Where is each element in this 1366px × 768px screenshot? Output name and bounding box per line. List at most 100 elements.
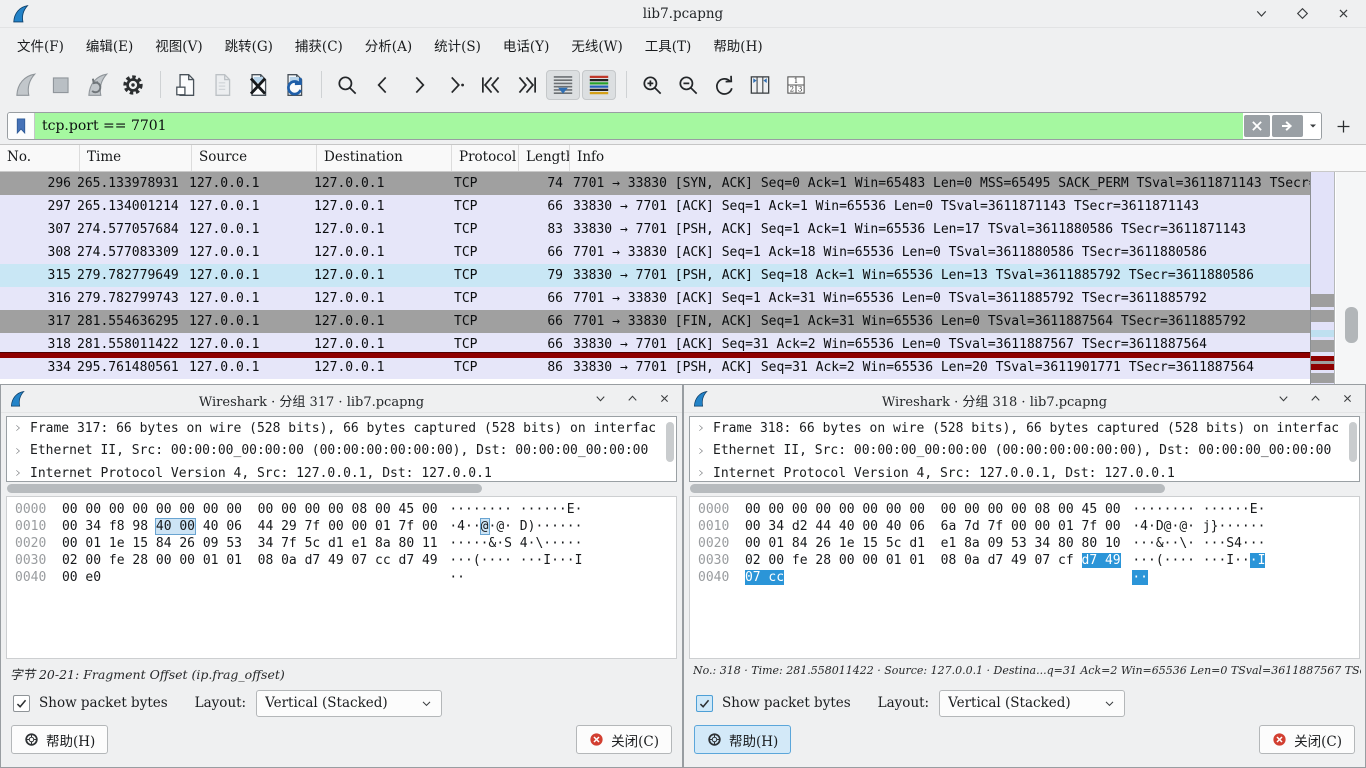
zoom-in-button[interactable] <box>635 70 669 100</box>
packet-list-scrollbar[interactable] <box>1336 172 1366 384</box>
expander-icon[interactable] <box>13 421 23 435</box>
hscrollbar-thumb[interactable] <box>7 484 482 493</box>
packet-row-297[interactable]: 297265.134001214127.0.0.1127.0.0.1TCP663… <box>0 195 1310 218</box>
column-header-time[interactable]: Time <box>80 145 192 171</box>
scrollbar-thumb[interactable] <box>1345 307 1358 343</box>
hex-line-0010[interactable]: 001000 34 d2 44 40 00 40 06 6a 7d 7f 00 … <box>698 519 1359 536</box>
packet-row-307[interactable]: 307274.577057684127.0.0.1127.0.0.1TCP833… <box>0 218 1310 241</box>
tree-row[interactable]: Ethernet II, Src: 00:00:00_00:00:00 (00:… <box>7 440 676 463</box>
minimize-button[interactable] <box>1253 5 1270 22</box>
resize-columns-button[interactable] <box>743 70 777 100</box>
capture-options-button[interactable] <box>116 70 150 100</box>
expander-icon[interactable] <box>13 466 23 480</box>
close-dialog-button[interactable]: 关闭(C) <box>1259 725 1355 754</box>
tree-row[interactable]: Frame 318: 66 bytes on wire (528 bits), … <box>690 417 1359 440</box>
close-button[interactable] <box>1335 5 1352 22</box>
hex-bytes[interactable]: 02 00 fe 28 00 00 01 01 08 0a d7 49 07 c… <box>745 553 1121 568</box>
show-packet-bytes-label[interactable]: Show packet bytes <box>39 695 168 711</box>
hex-ascii[interactable]: ·4··@·@· D)······ <box>449 519 582 534</box>
tree-row[interactable]: Internet Protocol Version 4, Src: 127.0.… <box>7 462 676 482</box>
menu-item-5[interactable]: 分析(A) <box>354 29 423 61</box>
packet-row-308[interactable]: 308274.577083309127.0.0.1127.0.0.1TCP667… <box>0 241 1310 264</box>
hex-line-0040[interactable]: 004007 cc·· <box>698 570 1359 587</box>
column-header-info[interactable]: Info <box>570 145 1366 171</box>
menu-item-8[interactable]: 无线(W) <box>560 29 633 61</box>
packet-minimap-scrollbar[interactable] <box>1310 172 1335 384</box>
hex-ascii[interactable]: ·4·D@·@· j}······ <box>1132 519 1265 534</box>
zoom-out-button[interactable] <box>671 70 705 100</box>
help-button[interactable]: 帮助(H) <box>694 725 791 754</box>
packet-row-317[interactable]: 317281.554636295127.0.0.1127.0.0.1TCP667… <box>0 310 1310 333</box>
packet-row-315[interactable]: 315279.782779649127.0.0.1127.0.0.1TCP793… <box>0 264 1310 287</box>
tree-row[interactable]: Ethernet II, Src: 00:00:00_00:00:00 (00:… <box>690 440 1359 463</box>
hex-bytes[interactable]: 00 e0 <box>62 570 438 585</box>
expander-icon[interactable] <box>696 421 706 435</box>
column-header-no[interactable]: No. <box>0 145 80 171</box>
menu-item-10[interactable]: 帮助(H) <box>702 29 773 61</box>
menu-item-4[interactable]: 捕获(C) <box>284 29 354 61</box>
hex-ascii[interactable]: ···(···· ···I···I <box>449 553 582 568</box>
column-header-source[interactable]: Source <box>192 145 317 171</box>
column-header-protocol[interactable]: Protocol <box>452 145 519 171</box>
maximize-button[interactable] <box>1308 391 1323 406</box>
expander-icon[interactable] <box>696 466 706 480</box>
find-packet-button[interactable] <box>330 70 364 100</box>
minimize-button[interactable] <box>593 391 608 406</box>
filter-add-button[interactable] <box>1327 112 1359 140</box>
hex-line-0020[interactable]: 002000 01 1e 15 84 26 09 53 34 7f 5c d1 … <box>15 536 676 553</box>
menu-item-1[interactable]: 编辑(E) <box>75 29 144 61</box>
column-header-destination[interactable]: Destination <box>317 145 452 171</box>
auto-scroll-button[interactable] <box>546 70 580 100</box>
hex-line-0040[interactable]: 004000 e0·· <box>15 570 676 587</box>
packet-row-334[interactable]: 334295.761480561127.0.0.1127.0.0.1TCP863… <box>0 356 1310 379</box>
tree-scrollbar-thumb[interactable] <box>666 422 674 462</box>
hex-ascii[interactable]: ········ ······E· <box>449 502 582 517</box>
zoom-reset-button[interactable] <box>707 70 741 100</box>
save-file-button[interactable] <box>205 70 239 100</box>
show-packet-bytes-checkbox[interactable] <box>13 695 30 712</box>
hex-ascii[interactable]: ········ ······E· <box>1132 502 1265 517</box>
hex-bytes[interactable]: 02 00 fe 28 00 00 01 01 08 0a d7 49 07 c… <box>62 553 438 568</box>
menu-item-6[interactable]: 统计(S) <box>423 29 492 61</box>
last-packet-button[interactable] <box>510 70 544 100</box>
hex-line-0030[interactable]: 003002 00 fe 28 00 00 01 01 08 0a d7 49 … <box>15 553 676 570</box>
hex-bytes[interactable]: 00 00 00 00 00 00 00 00 00 00 00 00 08 0… <box>62 502 438 517</box>
expander-icon[interactable] <box>13 444 23 458</box>
column-header-length[interactable]: Length <box>519 145 570 171</box>
hex-ascii[interactable]: ···&··\· ···S4··· <box>1132 536 1265 551</box>
filter-apply-button[interactable] <box>1272 115 1303 137</box>
colorize-button[interactable] <box>582 70 616 100</box>
expander-icon[interactable] <box>696 444 706 458</box>
packet-row-316[interactable]: 316279.782799743127.0.0.1127.0.0.1TCP667… <box>0 287 1310 310</box>
hex-bytes[interactable]: 00 00 00 00 00 00 00 00 00 00 00 00 08 0… <box>745 502 1121 517</box>
minimize-button[interactable] <box>1276 391 1291 406</box>
close-button[interactable] <box>1340 391 1355 406</box>
layout-select[interactable]: Vertical (Stacked) <box>939 690 1125 717</box>
hex-line-0020[interactable]: 002000 01 84 26 1e 15 5c d1 e1 8a 09 53 … <box>698 536 1359 553</box>
display-filter-input[interactable]: tcp.port == 7701 <box>35 113 1243 139</box>
goto-packet-button[interactable] <box>438 70 472 100</box>
hex-bytes[interactable]: 07 cc <box>745 570 1121 585</box>
close-file-button[interactable] <box>241 70 275 100</box>
layout-chooser-button[interactable]: 123 <box>779 70 813 100</box>
help-button[interactable]: 帮助(H) <box>11 725 108 754</box>
menu-item-2[interactable]: 视图(V) <box>144 29 213 61</box>
hex-ascii[interactable]: ·····&·S 4·\····· <box>449 536 582 551</box>
previous-packet-button[interactable] <box>366 70 400 100</box>
hex-bytes[interactable]: 00 34 f8 98 40 00 40 06 44 29 7f 00 00 0… <box>62 519 438 534</box>
stop-capture-button[interactable] <box>44 70 78 100</box>
maximize-button[interactable] <box>1294 5 1311 22</box>
menu-item-9[interactable]: 工具(T) <box>634 29 703 61</box>
menu-item-3[interactable]: 跳转(G) <box>214 29 284 61</box>
show-packet-bytes-checkbox[interactable] <box>696 695 713 712</box>
hex-ascii[interactable]: ·· <box>1132 570 1148 585</box>
maximize-button[interactable] <box>625 391 640 406</box>
hex-bytes[interactable]: 00 01 84 26 1e 15 5c d1 e1 8a 09 53 34 8… <box>745 536 1121 551</box>
reload-file-button[interactable] <box>277 70 311 100</box>
tree-hscrollbar[interactable] <box>7 484 676 494</box>
filter-clear-button[interactable] <box>1244 115 1270 137</box>
filter-bookmark-button[interactable] <box>8 113 35 139</box>
hex-ascii[interactable]: ·· <box>449 570 465 585</box>
restart-capture-button[interactable] <box>80 70 114 100</box>
filter-history-dropdown[interactable] <box>1304 113 1321 139</box>
